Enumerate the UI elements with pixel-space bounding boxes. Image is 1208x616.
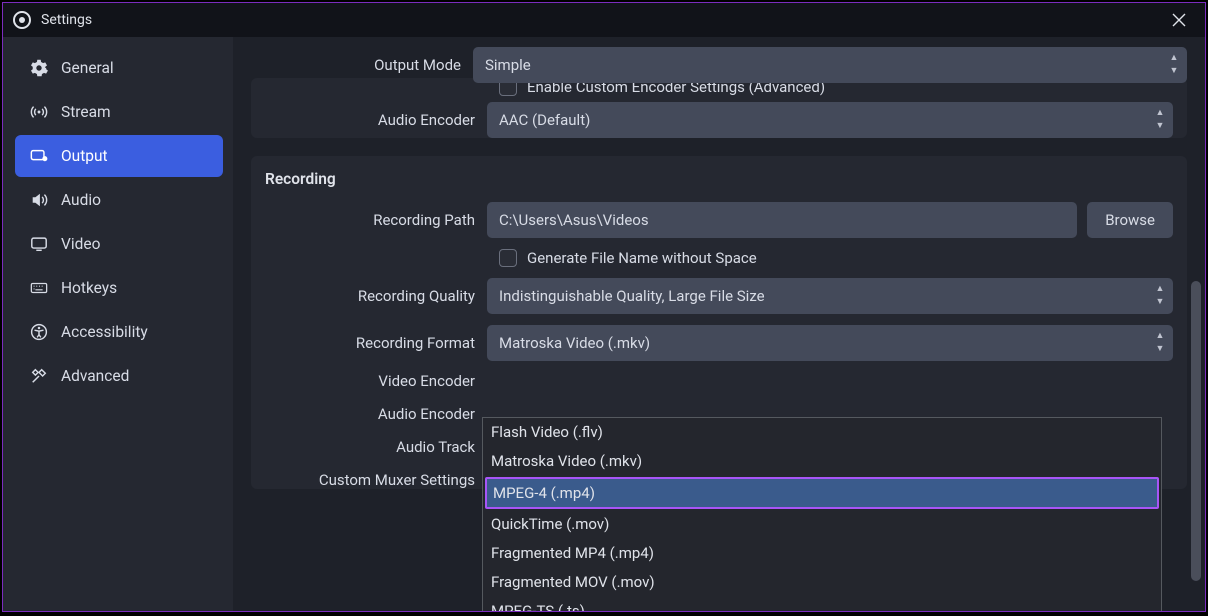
- recording-format-select[interactable]: Matroska Video (.mkv) ▲▼: [487, 325, 1173, 361]
- titlebar: Settings: [3, 3, 1205, 37]
- antenna-icon: [29, 102, 49, 122]
- monitor-icon: [29, 234, 49, 254]
- close-button[interactable]: [1163, 4, 1195, 36]
- sidebar-item-stream[interactable]: Stream: [15, 91, 223, 133]
- sidebar-item-label: Video: [61, 235, 100, 253]
- format-option-ts[interactable]: MPEG-TS (.ts): [483, 597, 1161, 612]
- sidebar-item-advanced[interactable]: Advanced: [15, 355, 223, 397]
- recording-format-dropdown: Flash Video (.flv) Matroska Video (.mkv)…: [482, 417, 1162, 611]
- recording-format-label: Recording Format: [265, 334, 487, 352]
- output-mode-label: Output Mode: [251, 56, 473, 74]
- recording-path-input[interactable]: C:\Users\Asus\Videos: [487, 202, 1077, 238]
- content-pane: Output Mode Simple ▲▼ Enable Custom Enco…: [233, 37, 1205, 611]
- sidebar-item-output[interactable]: Output: [15, 135, 223, 177]
- sidebar-item-label: Stream: [61, 103, 111, 121]
- format-option-fmov[interactable]: Fragmented MOV (.mov): [483, 568, 1161, 597]
- audio-encoder-select[interactable]: AAC (Default) ▲▼: [487, 102, 1173, 138]
- sidebar-item-general[interactable]: General: [15, 47, 223, 89]
- close-icon: [1172, 13, 1186, 27]
- sidebar-item-label: Hotkeys: [61, 279, 117, 297]
- output-icon: [29, 146, 49, 166]
- sidebar-item-label: General: [61, 59, 114, 77]
- format-option-mkv[interactable]: Matroska Video (.mkv): [483, 447, 1161, 476]
- sidebar-item-label: Audio: [61, 191, 101, 209]
- gear-icon: [29, 58, 49, 78]
- format-option-mp4[interactable]: MPEG-4 (.mp4): [485, 477, 1159, 510]
- format-option-fmp4[interactable]: Fragmented MP4 (.mp4): [483, 539, 1161, 568]
- speaker-icon: [29, 190, 49, 210]
- window-title: Settings: [41, 12, 92, 28]
- keyboard-icon: [29, 278, 49, 298]
- sidebar-item-accessibility[interactable]: Accessibility: [15, 311, 223, 353]
- output-mode-select[interactable]: Simple ▲▼: [473, 47, 1187, 83]
- sidebar-item-audio[interactable]: Audio: [15, 179, 223, 221]
- audio-encoder-label: Audio Encoder: [265, 111, 487, 129]
- scrollbar[interactable]: [1191, 281, 1201, 611]
- sidebar-item-label: Advanced: [61, 367, 129, 385]
- sidebar-item-video[interactable]: Video: [15, 223, 223, 265]
- audio-encoder-label-2: Audio Encoder: [265, 405, 487, 423]
- recording-quality-select[interactable]: Indistinguishable Quality, Large File Si…: [487, 278, 1173, 314]
- sidebar: General Stream Output Audio Video Hotkey…: [3, 37, 233, 611]
- format-option-mov[interactable]: QuickTime (.mov): [483, 510, 1161, 539]
- filename-nospace-checkbox[interactable]: [499, 249, 517, 267]
- scrollbar-thumb[interactable]: [1191, 281, 1201, 581]
- audio-track-label: Audio Track: [265, 438, 487, 456]
- sidebar-item-hotkeys[interactable]: Hotkeys: [15, 267, 223, 309]
- custom-muxer-label: Custom Muxer Settings: [265, 471, 487, 489]
- format-option-flv[interactable]: Flash Video (.flv): [483, 418, 1161, 447]
- recording-section-title: Recording: [265, 170, 1173, 188]
- recording-path-label: Recording Path: [265, 211, 487, 229]
- recording-quality-label: Recording Quality: [265, 287, 487, 305]
- filename-nospace-label: Generate File Name without Space: [527, 249, 757, 267]
- app-icon: [13, 11, 31, 29]
- tools-icon: [29, 366, 49, 386]
- accessibility-icon: [29, 322, 49, 342]
- browse-button[interactable]: Browse: [1087, 202, 1173, 238]
- video-encoder-label: Video Encoder: [265, 372, 487, 390]
- sidebar-item-label: Output: [61, 147, 108, 165]
- sidebar-item-label: Accessibility: [61, 323, 148, 341]
